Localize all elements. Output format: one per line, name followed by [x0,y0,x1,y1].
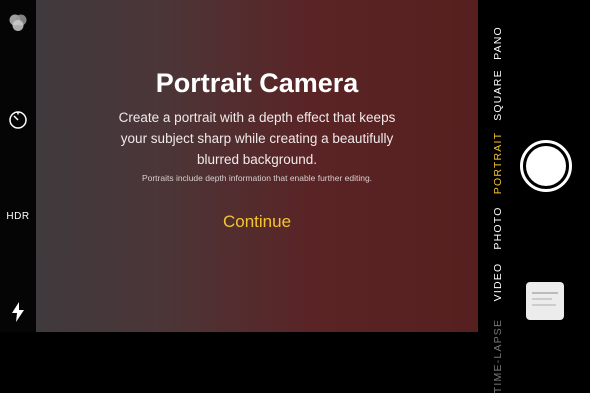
mode-video[interactable]: VIDEO [492,263,504,302]
mode-square[interactable]: SQUARE [492,69,504,121]
filters-icon [9,14,27,31]
continue-button[interactable]: Continue [207,212,307,232]
filters-button[interactable] [0,8,36,38]
mode-selector: PANO SQUARE PORTRAIT PHOTO VIDEO TIME-LA… [478,0,518,393]
shutter-button[interactable] [520,140,572,192]
portrait-intro-overlay: Portrait Camera Create a portrait with a… [36,0,478,332]
mode-time-lapse[interactable]: TIME-LAPSE [492,319,504,393]
mode-portrait[interactable]: PORTRAIT [492,132,504,195]
left-control-bar: HDR [0,0,36,332]
intro-title: Portrait Camera [155,68,359,98]
hdr-button[interactable]: HDR [0,204,36,228]
timer-button[interactable] [0,106,36,134]
mode-photo[interactable]: PHOTO [492,206,504,249]
mode-pano[interactable]: PANO [492,26,504,60]
intro-description: Create a portrait with a depth effect th… [118,110,396,167]
intro-note: Portraits include depth information that… [141,173,373,183]
flash-button[interactable] [0,298,36,326]
last-photo-thumbnail[interactable] [526,282,564,320]
shutter-inner [526,146,566,186]
timer-icon [9,111,27,129]
right-control-bar: PANO SQUARE PORTRAIT PHOTO VIDEO TIME-LA… [478,0,590,393]
flash-icon [12,302,24,322]
